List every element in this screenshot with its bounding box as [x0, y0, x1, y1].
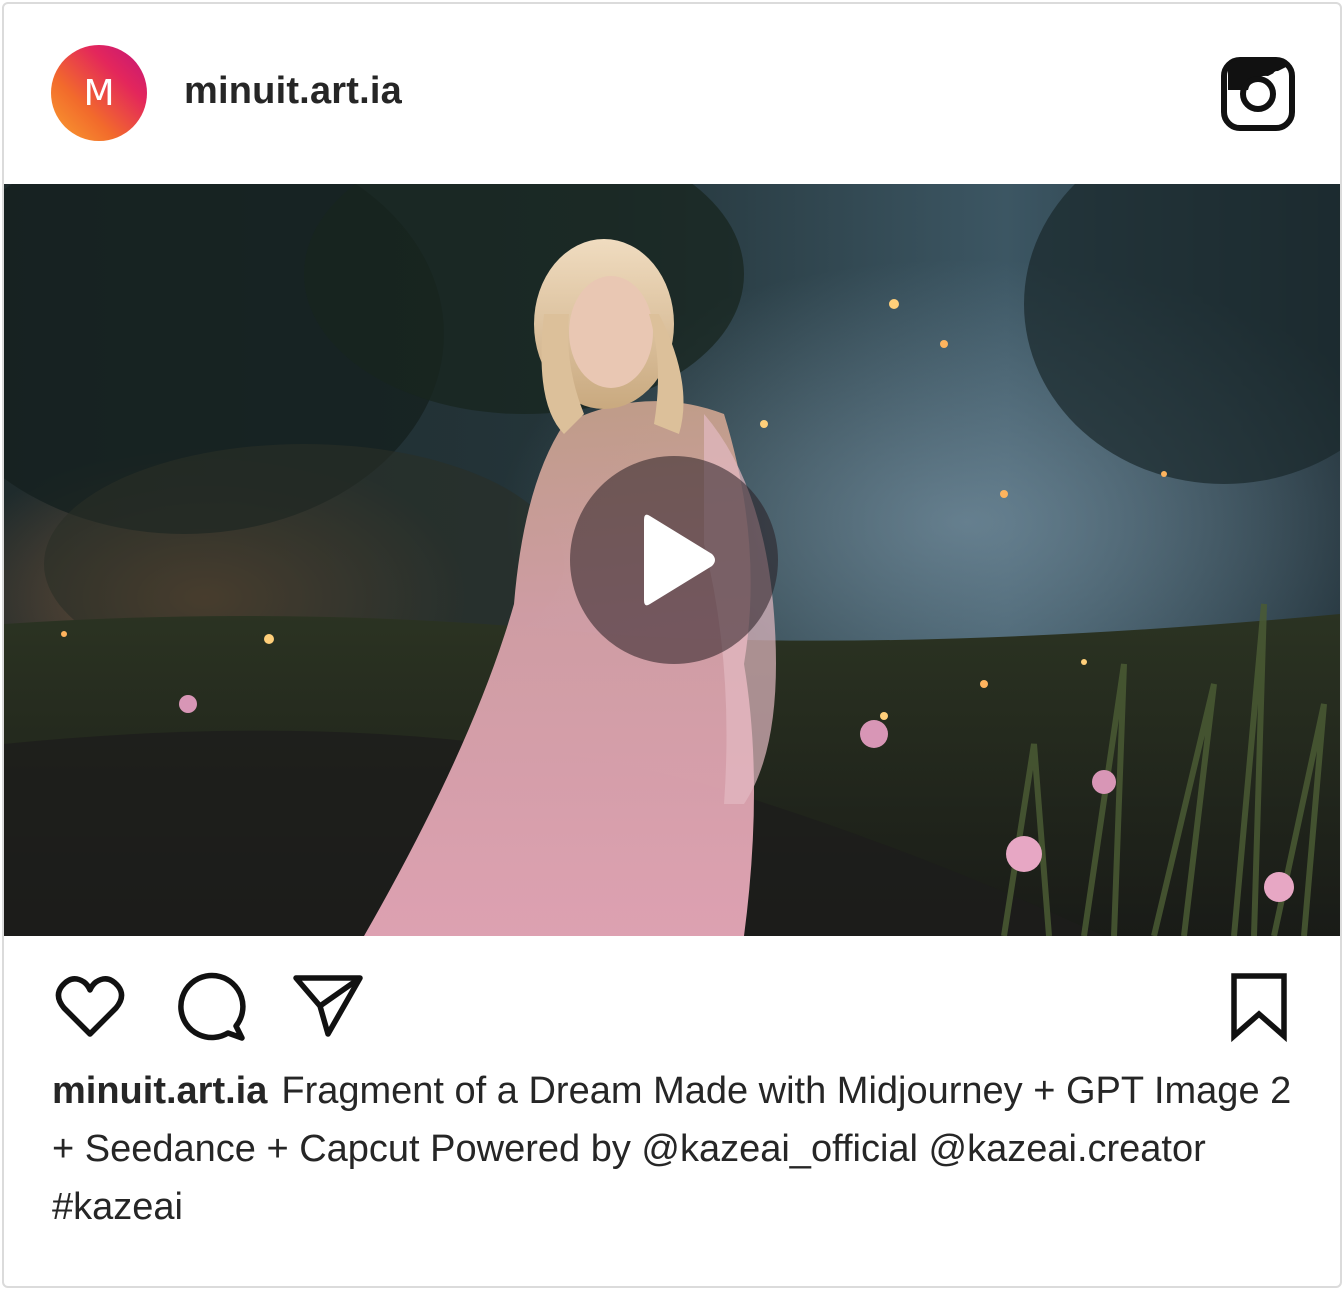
post-header: M minuit.art.ia — [4, 4, 1340, 184]
post-actions — [4, 936, 1340, 1056]
heart-icon[interactable] — [52, 970, 128, 1046]
post-caption: minuit.art.ia Fragment of a Dream Made wi… — [52, 1062, 1292, 1236]
bookmark-icon[interactable] — [1224, 970, 1300, 1046]
instagram-icon[interactable] — [1220, 56, 1296, 132]
play-button[interactable] — [570, 456, 778, 664]
comment-icon[interactable] — [172, 970, 248, 1046]
play-icon — [644, 514, 715, 606]
avatar[interactable]: M — [51, 45, 147, 141]
post-video[interactable] — [4, 184, 1340, 936]
caption-username[interactable]: minuit.art.ia — [52, 1070, 267, 1112]
instagram-post-card: M minuit.art.ia minuit.art.ia Fragment o… — [2, 2, 1342, 1288]
avatar-letter: M — [83, 72, 115, 114]
post-username[interactable]: minuit.art.ia — [184, 70, 402, 113]
share-icon[interactable] — [290, 970, 366, 1046]
